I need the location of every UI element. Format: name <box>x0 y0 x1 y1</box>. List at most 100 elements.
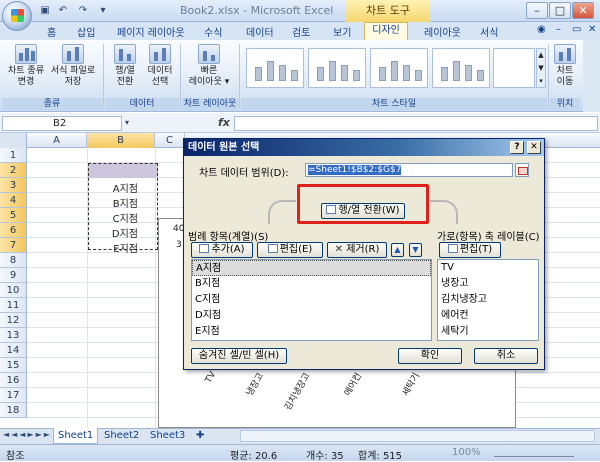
minimize-button[interactable]: – <box>526 2 548 19</box>
row-header[interactable]: 6 <box>0 223 27 238</box>
axis-item[interactable]: TV <box>438 260 538 276</box>
range-collapse-icon[interactable] <box>515 163 529 177</box>
ok-button[interactable]: 확인 <box>398 348 462 364</box>
cell-b4[interactable]: B지점 <box>88 195 138 210</box>
row-header[interactable]: 15 <box>0 358 27 373</box>
close-window-button[interactable]: ✕ <box>572 2 594 19</box>
move-up-icon[interactable]: ▲ <box>391 243 404 257</box>
switch-row-column-button[interactable]: 행/열 전환 <box>108 44 142 88</box>
cell-b5[interactable]: C지점 <box>88 210 138 225</box>
zoom-level[interactable]: 100% <box>452 447 481 458</box>
axis-item[interactable]: 에어컨 <box>438 308 538 324</box>
row-header[interactable]: 9 <box>0 268 27 283</box>
formula-input[interactable] <box>234 116 598 131</box>
ribbon-minimize-icon[interactable]: – <box>556 24 561 35</box>
legend-item[interactable]: A지점 <box>192 260 431 276</box>
ribbon-restore-icon[interactable]: ▭ <box>572 24 581 35</box>
row-header[interactable]: 7 <box>0 238 27 253</box>
chart-style-thumb-1[interactable] <box>246 48 304 88</box>
row-header[interactable]: 12 <box>0 313 27 328</box>
axis-item[interactable]: 김치냉장고 <box>438 292 538 308</box>
name-box[interactable]: B2 <box>2 116 122 131</box>
remove-icon: ✕ <box>334 244 347 255</box>
help-icon[interactable]: ◉ <box>537 24 546 35</box>
insert-sheet-icon[interactable]: ✚ <box>192 428 208 444</box>
tab-formulas[interactable]: 수식 <box>204 24 222 39</box>
row-header[interactable]: 10 <box>0 283 27 298</box>
quick-access-dropdown-icon[interactable]: ▾ <box>96 4 110 18</box>
tab-insert[interactable]: 삽입 <box>77 24 95 39</box>
tab-review[interactable]: 검토 <box>292 24 310 39</box>
row-header[interactable]: 4 <box>0 193 27 208</box>
style-gallery-scroll[interactable]: ▲ ▼ ▾ <box>536 48 546 88</box>
tab-layout[interactable]: 레이아웃 <box>424 24 461 39</box>
legend-item[interactable]: B지점 <box>192 276 431 292</box>
redo-icon[interactable]: ↷ <box>76 4 90 18</box>
row-header[interactable]: 14 <box>0 343 27 358</box>
sheet-tab-2[interactable]: Sheet2 <box>100 428 143 444</box>
tab-format[interactable]: 서식 <box>480 24 498 39</box>
undo-icon[interactable]: ↶ <box>56 4 70 18</box>
tab-view[interactable]: 보기 <box>333 24 351 39</box>
row-header[interactable]: 11 <box>0 298 27 313</box>
save-icon[interactable]: ▣ <box>38 4 52 18</box>
chart-style-thumb-2[interactable] <box>308 48 366 88</box>
tab-design[interactable]: 디자인 <box>364 22 408 40</box>
sheet-tab-1[interactable]: Sheet1 <box>53 428 99 444</box>
row-header[interactable]: 13 <box>0 328 27 343</box>
range-value: =Sheet1!$B$2:$G$7 <box>308 165 402 175</box>
axis-item[interactable]: 냉장고 <box>438 276 538 292</box>
chart-style-thumb-3[interactable] <box>370 48 428 88</box>
select-all-corner[interactable] <box>0 133 27 148</box>
row-header[interactable]: 17 <box>0 388 27 403</box>
row-header[interactable]: 5 <box>0 208 27 223</box>
cell-b6[interactable]: D지점 <box>88 225 138 240</box>
axis-item[interactable]: 세탁기 <box>438 324 538 340</box>
office-button[interactable] <box>2 1 32 31</box>
column-header-a[interactable]: A <box>27 133 87 148</box>
ribbon-close-icon[interactable]: ✕ <box>588 24 596 35</box>
chart-data-range-input[interactable]: =Sheet1!$B$2:$G$7 <box>305 163 513 177</box>
tab-home[interactable]: 홈 <box>47 24 56 39</box>
zoom-slider[interactable] <box>494 447 574 457</box>
sheet-nav-arrows-icon[interactable]: ◄◄◄►►► <box>3 430 52 439</box>
cell-b3[interactable]: A지점 <box>88 180 138 195</box>
legend-item[interactable]: E지점 <box>192 324 431 340</box>
save-as-template-button[interactable]: 서식 파일로 저장 <box>48 44 98 88</box>
add-series-button[interactable]: 추가(A) <box>191 242 253 258</box>
column-header-b[interactable]: B <box>87 133 155 148</box>
hidden-empty-cells-button[interactable]: 숨겨진 셀/빈 셀(H) <box>191 348 287 364</box>
chart-style-thumb-5[interactable] <box>493 48 535 88</box>
edit-axis-labels-button[interactable]: 편집(T) <box>439 242 501 258</box>
insert-function-icon[interactable]: fx <box>218 116 230 129</box>
remove-series-button[interactable]: ✕ 제거(R) <box>327 242 387 258</box>
sheet-tab-3[interactable]: Sheet3 <box>146 428 189 444</box>
dialog-help-button[interactable]: ? <box>510 141 524 154</box>
row-header[interactable]: 18 <box>0 403 27 418</box>
legend-item[interactable]: C지점 <box>192 292 431 308</box>
move-chart-button[interactable]: 차트 이동 <box>551 44 579 88</box>
row-header[interactable]: 1 <box>0 148 27 163</box>
dialog-close-button[interactable]: ✕ <box>527 141 541 154</box>
group-type-label: 종류 <box>2 98 102 110</box>
row-header[interactable]: 8 <box>0 253 27 268</box>
tab-data[interactable]: 데이터 <box>246 24 274 39</box>
edit-series-button[interactable]: 편집(E) <box>257 242 323 258</box>
cell-b7[interactable]: E지점 <box>88 240 138 255</box>
row-header[interactable]: 2 <box>0 163 27 178</box>
legend-item[interactable]: D지점 <box>192 308 431 324</box>
select-data-button[interactable]: 데이터 선택 <box>143 44 177 88</box>
name-box-dropdown-icon[interactable]: ▾ <box>125 118 129 127</box>
move-down-icon[interactable]: ▼ <box>409 243 422 257</box>
status-mode: 참조 <box>6 451 25 462</box>
quick-layout-button[interactable]: 빠른 레이아웃 ▾ <box>184 44 234 88</box>
horizontal-scrollbar[interactable] <box>240 430 595 442</box>
change-chart-type-button[interactable]: 차트 종류 변경 <box>6 44 46 88</box>
tab-page-layout[interactable]: 페이지 레이아웃 <box>117 24 185 39</box>
chart-style-thumb-4[interactable] <box>432 48 490 88</box>
column-header-c[interactable]: C <box>155 133 185 148</box>
maximize-button[interactable]: □ <box>549 2 571 19</box>
row-header[interactable]: 3 <box>0 178 27 193</box>
cancel-button[interactable]: 취소 <box>474 348 538 364</box>
row-header[interactable]: 16 <box>0 373 27 388</box>
